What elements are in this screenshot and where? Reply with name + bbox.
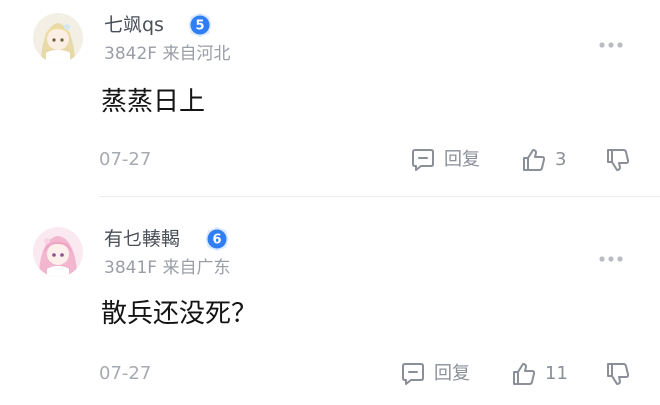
level-badge: 6	[204, 226, 230, 252]
avatar[interactable]	[33, 227, 83, 277]
reply-button[interactable]: 回复	[410, 147, 480, 173]
floor-info: 3842F 来自河北	[104, 44, 230, 64]
location: 来自广东	[162, 258, 231, 278]
reply-label: 回复	[444, 149, 480, 170]
avatar-image	[33, 227, 83, 277]
reply-icon	[402, 363, 424, 385]
dislike-button[interactable]	[605, 361, 631, 387]
reply-button[interactable]: 回复	[400, 361, 470, 387]
avatar-image	[33, 13, 83, 63]
username[interactable]: 有乜輳輵	[104, 228, 180, 250]
thumbs-up-icon	[513, 363, 536, 385]
comment-date: 07-27	[99, 149, 152, 170]
level-number: 6	[212, 233, 221, 248]
floor-info: 3841F 来自广东	[104, 258, 230, 278]
like-button[interactable]: 11	[511, 361, 568, 387]
username[interactable]: 七飒qs	[104, 14, 164, 36]
avatar[interactable]	[33, 13, 83, 63]
level-badge: 5	[187, 12, 213, 38]
comment-date: 07-27	[99, 363, 152, 384]
more-options-icon[interactable]	[598, 35, 624, 48]
like-button[interactable]: 3	[521, 147, 566, 173]
comment-text: 散兵还没死？	[101, 299, 258, 329]
dislike-button[interactable]	[605, 147, 631, 173]
reply-label: 回复	[434, 363, 470, 384]
comment-item: 七飒qs 5 3842F 来自河北 蒸蒸日上 07-27 回复 3	[0, 0, 660, 196]
more-options-icon[interactable]	[598, 249, 624, 262]
floor-number: 3841F	[104, 258, 158, 278]
thumbs-up-icon	[523, 149, 546, 171]
level-number: 5	[195, 19, 204, 34]
like-count: 11	[545, 363, 568, 384]
comment-text: 蒸蒸日上	[101, 87, 206, 117]
like-count: 3	[555, 149, 567, 170]
reply-icon	[412, 149, 434, 171]
thumbs-down-icon	[607, 363, 630, 385]
floor-number: 3842F	[104, 44, 158, 64]
comment-item: 有乜輳輵 6 3841F 来自广东 散兵还没死？ 07-27 回复 11	[0, 197, 660, 405]
location: 来自河北	[162, 44, 231, 64]
thumbs-down-icon	[607, 149, 630, 171]
